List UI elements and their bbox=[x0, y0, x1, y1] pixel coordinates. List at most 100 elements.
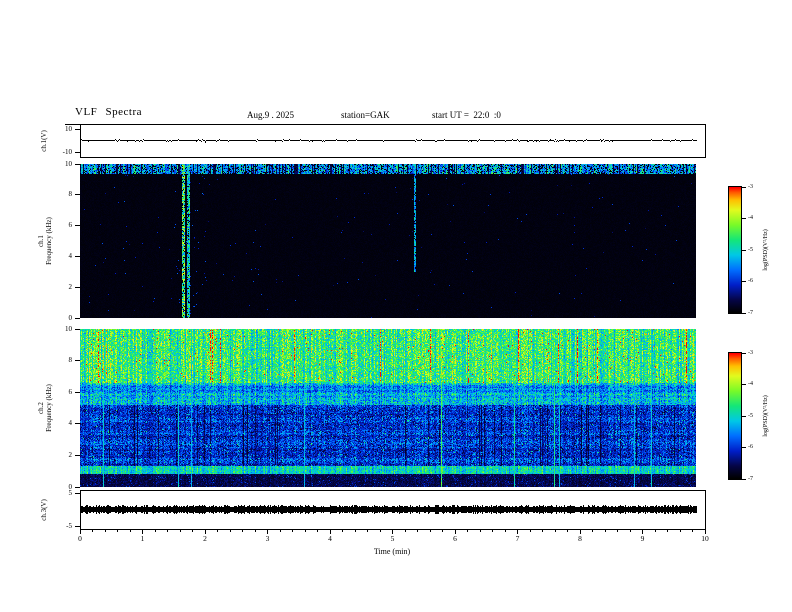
ch1-spectrogram-y-tick bbox=[75, 255, 80, 257]
ch2-spectrogram-y-tick-label: 10 bbox=[65, 324, 72, 333]
ch1-spectrogram-y-tick bbox=[75, 194, 80, 196]
x-axis-minor-tick bbox=[104, 530, 106, 532]
ch1-spectrogram-y-tick bbox=[75, 163, 80, 165]
ch1-spectrogram-y-tick-label: 10 bbox=[65, 159, 72, 168]
x-axis-tick-label: 4 bbox=[328, 534, 332, 543]
ch2-colorbar-tick bbox=[742, 478, 746, 480]
x-axis-minor-tick bbox=[592, 530, 593, 532]
x-axis-minor-tick bbox=[129, 530, 131, 532]
axis-label-line: ch.2 bbox=[37, 402, 45, 414]
x-axis-minor-tick bbox=[279, 530, 281, 532]
ch1-spectrogram-y-tick-label: 6 bbox=[68, 221, 73, 230]
ch3-voltage-y-tick-label: 5 bbox=[68, 489, 73, 497]
x-axis-minor-tick bbox=[442, 530, 443, 532]
x-axis-minor-tick bbox=[529, 530, 531, 532]
ch1-colorbar-label: log(PSD)(V²/Hz) bbox=[763, 229, 769, 271]
date-label: Aug.9 . 2025 bbox=[247, 110, 294, 120]
ch2-spectrogram-y-tick-label: 8 bbox=[68, 356, 73, 365]
x-axis-minor-tick bbox=[354, 530, 356, 532]
x-axis-tick-label: 9 bbox=[640, 534, 645, 543]
ch1-voltage-trace bbox=[81, 126, 697, 156]
x-axis-minor-tick bbox=[229, 530, 231, 532]
figure-title: VLF Spectra bbox=[75, 106, 143, 118]
x-axis-minor-tick bbox=[367, 530, 368, 532]
ch1-voltage-y-tick-label: 10 bbox=[65, 125, 72, 133]
ch1-voltage-y-tick bbox=[75, 152, 80, 153]
ch1-colorbar-tick bbox=[742, 312, 746, 314]
x-axis-minor-tick bbox=[692, 530, 693, 532]
x-axis-minor-tick bbox=[92, 530, 93, 532]
ch2-colorbar-tick bbox=[742, 447, 746, 448]
x-axis-minor-tick bbox=[179, 530, 181, 532]
x-axis-minor-tick bbox=[342, 530, 343, 532]
ch1-colorbar bbox=[728, 186, 742, 314]
ch2-colorbar-tick-label: -7 bbox=[748, 475, 753, 482]
x-axis-minor-tick bbox=[242, 530, 243, 532]
x-axis-tick-label: 5 bbox=[390, 534, 395, 543]
ch1-spectrogram-y-tick-label: 0 bbox=[68, 313, 73, 322]
ch1-spectrogram-y-tick bbox=[75, 317, 80, 319]
x-axis-minor-tick bbox=[604, 530, 606, 532]
ch2-spectrogram-y-tick bbox=[75, 454, 80, 456]
x-axis-minor-tick bbox=[304, 530, 306, 532]
ch1-spectrogram-y-tick bbox=[75, 286, 80, 288]
ch1-colorbar-tick bbox=[742, 281, 746, 282]
ch3-voltage-y-tick-label: -5 bbox=[66, 522, 72, 530]
ch2-colorbar-label: log(PSD)(V²/Hz) bbox=[763, 395, 769, 437]
ch1-colorbar-tick-label: -3 bbox=[748, 183, 753, 190]
ch2-colorbar-tick bbox=[742, 384, 746, 385]
x-axis-minor-tick bbox=[654, 530, 656, 532]
x-axis-minor-tick bbox=[617, 530, 618, 532]
ch2-spectrogram-y-tick-label: 4 bbox=[68, 419, 73, 428]
start-time-label: start UT = 22:0 :0 bbox=[432, 110, 501, 120]
x-axis-minor-tick bbox=[417, 530, 418, 532]
x-axis-minor-tick bbox=[492, 530, 493, 532]
ch1-spectrogram-y-tick bbox=[75, 225, 80, 227]
x-axis-tick-label: 8 bbox=[578, 534, 582, 543]
x-axis-minor-tick bbox=[404, 530, 406, 532]
ch1-spectrogram-y-tick-label: 8 bbox=[68, 190, 73, 199]
x-axis-minor-tick bbox=[117, 530, 118, 532]
ch2-spectrogram-y-tick bbox=[75, 391, 80, 393]
ch1-colorbar-tick-label: -4 bbox=[748, 215, 753, 221]
ch2-colorbar-tick-label: -5 bbox=[748, 412, 753, 419]
ch2-spectrogram-y-tick bbox=[75, 360, 80, 362]
ch2-colorbar-tick bbox=[742, 352, 746, 354]
ch2-spectrogram-y-tick bbox=[75, 423, 80, 425]
ch3-voltage-axis-label: ch.3(V) bbox=[40, 499, 48, 521]
ch1-colorbar-tick bbox=[742, 249, 746, 251]
x-axis-minor-tick bbox=[554, 530, 556, 532]
x-axis-minor-tick bbox=[467, 530, 468, 532]
ch2-spectrogram-y-tick-label: 6 bbox=[68, 387, 73, 396]
x-axis-minor-tick bbox=[167, 530, 168, 532]
x-axis-minor-tick bbox=[667, 530, 668, 532]
ch1-colorbar-tick-label: -7 bbox=[748, 309, 753, 316]
ch2-spectrogram-y-tick-label: 2 bbox=[68, 450, 73, 459]
x-axis-minor-tick bbox=[542, 530, 543, 532]
x-axis-tick-label: 6 bbox=[453, 534, 457, 543]
x-axis-minor-tick bbox=[679, 530, 681, 532]
ch1-spectrogram bbox=[80, 164, 696, 318]
x-axis-minor-tick bbox=[317, 530, 318, 532]
ch1-spectrogram-y-tick-label: 2 bbox=[68, 282, 73, 291]
vlf-spectra-figure: VLF Spectra Aug.9 . 2025 station=GAK sta… bbox=[0, 0, 792, 612]
ch2-colorbar-tick-label: -4 bbox=[748, 381, 753, 387]
ch1-colorbar-tick-label: -5 bbox=[748, 246, 753, 253]
ch1-voltage-y-tick bbox=[75, 129, 80, 130]
ch2-spectrogram-y-tick bbox=[75, 486, 80, 488]
x-axis-minor-tick bbox=[379, 530, 381, 532]
ch2-colorbar-tick-label: -3 bbox=[748, 349, 753, 356]
x-axis-minor-tick bbox=[154, 530, 156, 532]
x-axis-tick-label: 1 bbox=[140, 534, 145, 543]
ch3-voltage-y-tick bbox=[75, 526, 80, 527]
ch2-spectrogram-y-tick bbox=[75, 328, 80, 330]
ch1-voltage-axis-label: ch.1(V) bbox=[40, 130, 48, 152]
ch1-voltage-y-tick-label: -10 bbox=[62, 148, 72, 156]
x-axis-minor-tick bbox=[479, 530, 481, 532]
x-axis-tick-label: 7 bbox=[515, 534, 520, 543]
station-label: station=GAK bbox=[341, 110, 390, 120]
x-axis-minor-tick bbox=[217, 530, 218, 532]
x-axis-minor-tick bbox=[629, 530, 631, 532]
ch3-voltage-y-tick bbox=[75, 493, 80, 494]
x-axis-tick-label: 2 bbox=[203, 534, 207, 543]
